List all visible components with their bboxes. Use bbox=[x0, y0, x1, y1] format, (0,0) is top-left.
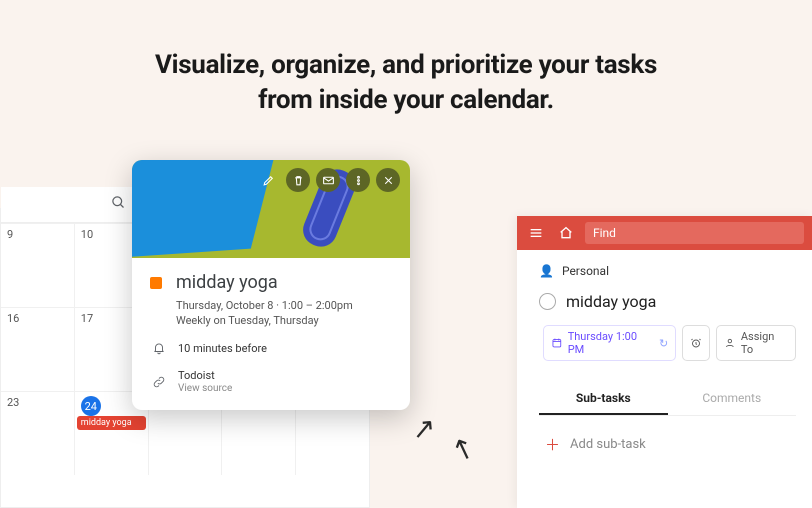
todoist-search-input[interactable]: Find bbox=[585, 222, 804, 244]
headline-line-1: Visualize, organize, and prioritize your… bbox=[0, 48, 812, 83]
event-hero-image bbox=[132, 160, 410, 258]
event-view-source-link[interactable]: View source bbox=[178, 383, 232, 394]
event-reminder: 10 minutes before bbox=[178, 342, 267, 355]
link-icon bbox=[152, 375, 166, 389]
decorative-arrow: ↗ bbox=[447, 429, 480, 468]
menu-icon[interactable] bbox=[525, 222, 547, 244]
due-date-chip[interactable]: Thursday 1:00 PM ↻ bbox=[543, 325, 676, 361]
task-checkbox[interactable] bbox=[539, 293, 556, 310]
event-datetime: Thursday, October 8 · 1:00 – 2:00pm bbox=[176, 299, 394, 312]
todoist-topbar: Find bbox=[517, 216, 812, 250]
task-title: midday yoga bbox=[566, 292, 656, 311]
more-icon[interactable] bbox=[346, 168, 370, 192]
edit-icon[interactable] bbox=[256, 168, 280, 192]
search-placeholder: Find bbox=[593, 226, 616, 240]
calendar-cell[interactable]: 9 bbox=[1, 224, 74, 307]
today-badge: 24 bbox=[81, 396, 101, 416]
event-source-app: Todoist bbox=[178, 369, 232, 382]
decorative-arrow: ↗ bbox=[411, 411, 437, 446]
alarm-icon bbox=[690, 337, 702, 349]
tab-subtasks[interactable]: Sub-tasks bbox=[539, 383, 668, 415]
close-icon[interactable] bbox=[376, 168, 400, 192]
bell-icon bbox=[152, 341, 166, 355]
search-icon[interactable] bbox=[111, 195, 126, 214]
hero-headline: Visualize, organize, and prioritize your… bbox=[0, 0, 812, 118]
calendar-icon bbox=[551, 337, 563, 349]
reminder-chip[interactable] bbox=[682, 325, 710, 361]
email-icon[interactable] bbox=[316, 168, 340, 192]
person-icon: 👤 bbox=[539, 264, 554, 278]
home-icon[interactable] bbox=[555, 222, 577, 244]
event-recurrence: Weekly on Tuesday, Thursday bbox=[176, 314, 394, 327]
delete-icon[interactable] bbox=[286, 168, 310, 192]
event-title: midday yoga bbox=[176, 272, 278, 293]
calendar-cell[interactable]: 23 bbox=[1, 392, 74, 475]
assign-chip[interactable]: Assign To bbox=[716, 325, 796, 361]
project-name: Personal bbox=[562, 264, 609, 278]
project-breadcrumb[interactable]: 👤 Personal bbox=[539, 264, 796, 278]
event-detail-card: midday yoga Thursday, October 8 · 1:00 –… bbox=[132, 160, 410, 410]
plus-icon: ＋ bbox=[545, 434, 560, 455]
recurring-icon: ↻ bbox=[659, 337, 668, 350]
add-subtask-button[interactable]: ＋ Add sub-task bbox=[545, 434, 796, 455]
calendar-event-chip[interactable]: midday yoga bbox=[77, 416, 146, 430]
tab-comments[interactable]: Comments bbox=[668, 383, 797, 415]
event-color-swatch bbox=[150, 277, 162, 289]
todoist-panel: Find 👤 Personal midday yoga Thursday 1:0… bbox=[517, 216, 812, 508]
calendar-cell[interactable]: 16 bbox=[1, 308, 74, 391]
user-icon bbox=[724, 337, 736, 349]
headline-line-2: from inside your calendar. bbox=[0, 83, 812, 118]
